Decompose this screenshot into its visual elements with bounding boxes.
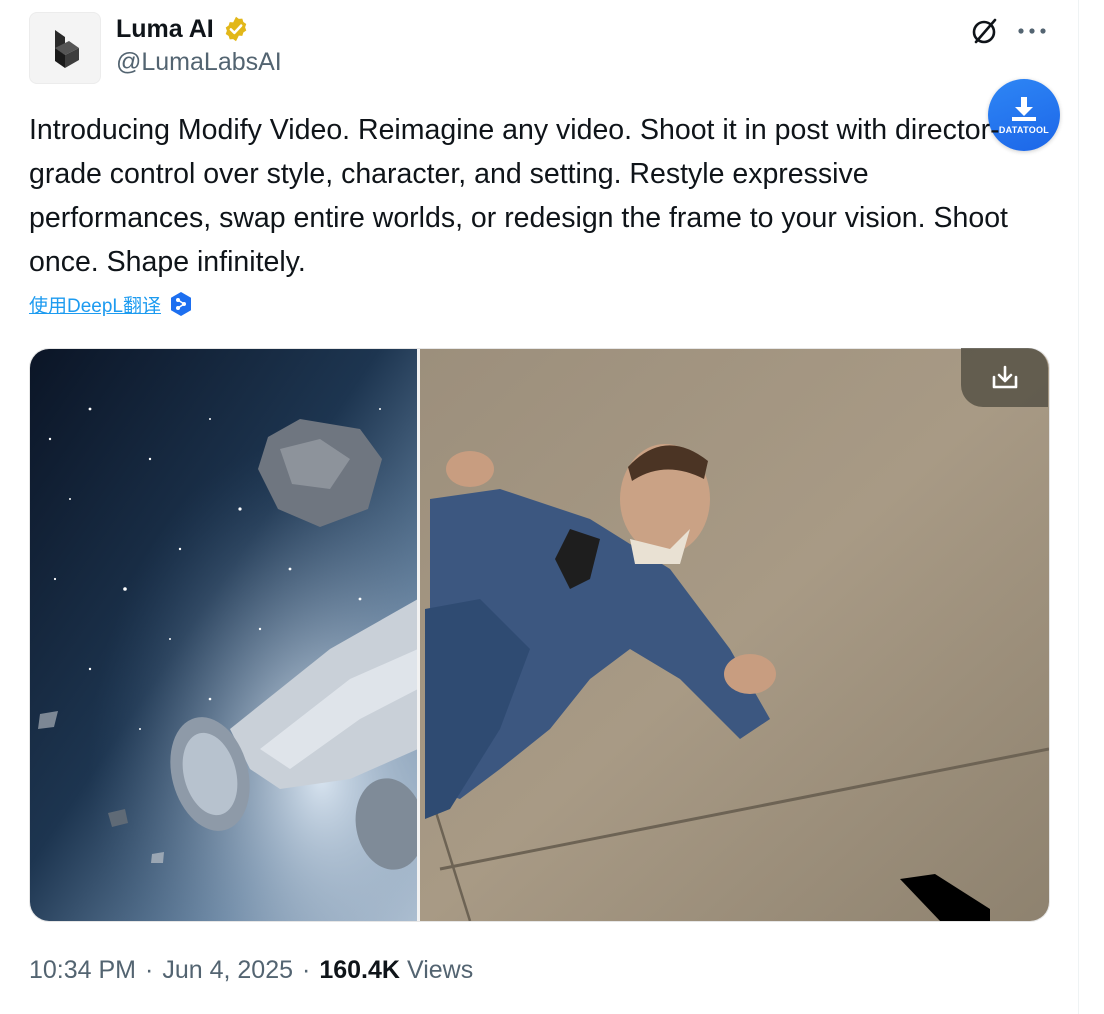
floor-scene	[420, 349, 1049, 921]
tweet-time[interactable]: 10:34 PM	[29, 956, 136, 985]
grok-icon	[972, 18, 997, 44]
translate-row[interactable]: 使用DeepL翻译	[29, 288, 193, 320]
meta-separator: ·	[145, 955, 154, 984]
tweet-date[interactable]: Jun 4, 2025	[162, 956, 293, 985]
media-download-button[interactable]	[961, 348, 1048, 407]
timeline-border	[1078, 0, 1079, 1014]
views-label[interactable]: Views	[407, 956, 473, 985]
space-scene	[30, 349, 425, 921]
author-handle[interactable]: @LumaLabsAI	[116, 48, 282, 77]
translate-link[interactable]: 使用DeepL翻译	[29, 291, 161, 318]
tweet-media[interactable]	[29, 348, 1050, 922]
tweet-text: Introducing Modify Video. Reimagine any …	[29, 114, 1008, 278]
author-avatar[interactable]	[29, 12, 101, 84]
video-preview	[30, 349, 1049, 921]
author-name-row[interactable]: Luma AI	[116, 12, 250, 46]
more-icon	[1018, 28, 1046, 34]
tweet-meta: 10:34 PM · Jun 4, 2025 · 160.4K Views	[29, 951, 473, 989]
download-icon	[992, 365, 1017, 388]
more-options-button[interactable]	[1012, 14, 1052, 48]
author-display-name[interactable]: Luma AI	[116, 15, 214, 44]
views-count[interactable]: 160.4K	[319, 956, 400, 985]
split-divider	[417, 349, 420, 921]
grok-button[interactable]	[968, 14, 1002, 48]
deepl-icon	[171, 292, 191, 316]
luma-logo-icon	[55, 30, 79, 68]
verified-badge-icon	[225, 16, 246, 42]
meta-separator: ·	[302, 955, 311, 984]
